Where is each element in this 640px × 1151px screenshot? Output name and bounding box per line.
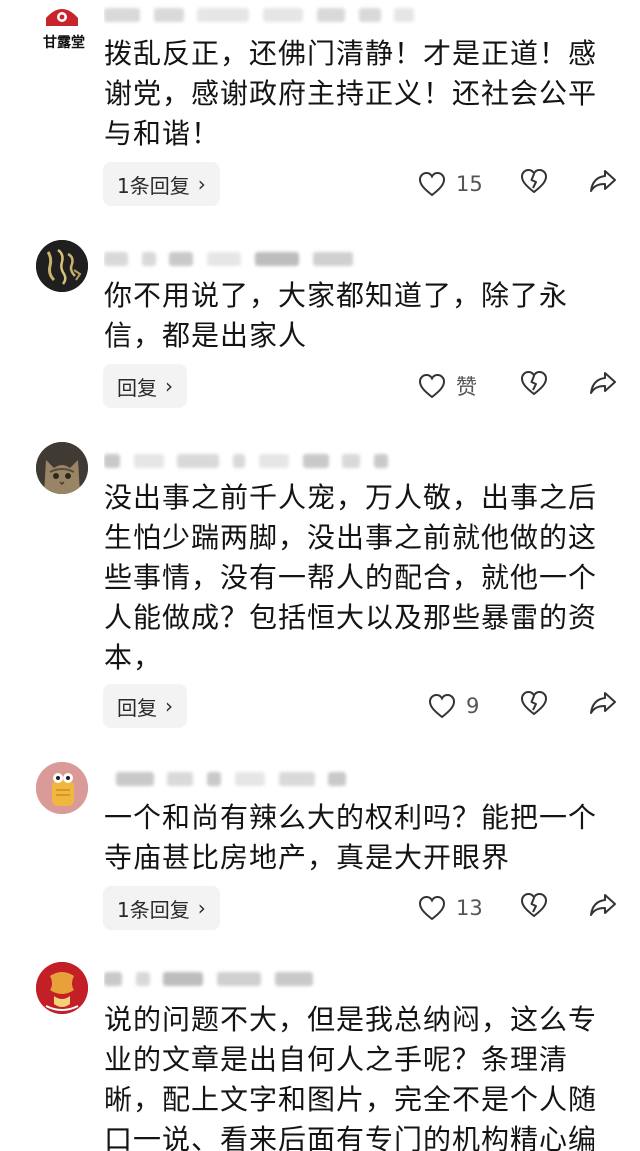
comment-text: 没出事之前千人宠，万人敬，出事之后生怕少踹两脚，没出事之前就他做的这些事情，没有…: [104, 481, 598, 674]
avatar[interactable]: [36, 762, 88, 814]
broken-heart-icon: [520, 892, 548, 918]
heart-outline-icon: [418, 171, 446, 197]
comment-actions: 15: [0, 162, 640, 206]
red-seal-avatar-icon: [36, 962, 88, 1014]
like-count: 13: [456, 896, 483, 920]
like-button[interactable]: 9: [428, 690, 479, 722]
share-arrow-icon: [590, 894, 616, 916]
comment-item: 甘露堂 拨乱反正，还佛门清静！才是正道！感谢党，感谢政府主持正义！还社会公平与和…: [0, 0, 640, 220]
dislike-button[interactable]: [520, 892, 548, 922]
avatar-caption: 甘露堂: [43, 35, 85, 51]
like-button[interactable]: 13: [418, 892, 483, 924]
cat-avatar-icon: [36, 442, 88, 494]
comment-meta: [104, 4, 464, 30]
comment-meta: [104, 968, 464, 994]
like-count: 赞: [456, 375, 477, 399]
like-count: 15: [456, 172, 483, 196]
comment-text: 说的问题不大，但是我总纳闷，这么专业的文章是出自何人之手呢？条理清晰，配上文字和…: [104, 1003, 598, 1151]
broken-heart-icon: [520, 690, 548, 716]
comment-item: 一个和尚有辣么大的权利吗？能把一个寺庙甚比房地产，真是大开眼界 1条回复 › 1…: [0, 760, 640, 950]
comment-item: 没出事之前千人宠，万人敬，出事之后生怕少踹两脚，没出事之前就他做的这些事情，没有…: [0, 440, 640, 740]
share-button[interactable]: [589, 690, 617, 720]
share-button[interactable]: [589, 168, 617, 198]
avatar[interactable]: [36, 962, 88, 1014]
dislike-button[interactable]: [520, 690, 548, 720]
comment-actions: 赞: [0, 364, 640, 408]
dislike-button[interactable]: [520, 168, 548, 198]
comment-meta: [104, 248, 464, 274]
like-button[interactable]: 赞: [418, 370, 477, 402]
comment-item: 说的问题不大，但是我总纳闷，这么专业的文章是出自何人之手呢？条理清晰，配上文字和…: [0, 962, 640, 1151]
comment-actions: 13: [0, 886, 640, 930]
calligraphy-avatar-icon: [36, 240, 88, 292]
broken-heart-icon: [520, 370, 548, 396]
share-button[interactable]: [589, 892, 617, 922]
like-button[interactable]: 15: [418, 168, 483, 200]
share-arrow-icon: [590, 170, 616, 192]
heart-outline-icon: [428, 693, 456, 719]
broken-heart-icon: [520, 168, 548, 194]
comment-item: 你不用说了，大家都知道了，除了永信，都是出家人 回复 › 赞: [0, 240, 640, 420]
share-arrow-icon: [590, 372, 616, 394]
cartoon-avatar-icon: [36, 762, 88, 814]
like-count: 9: [466, 694, 480, 718]
heart-outline-icon: [418, 373, 446, 399]
avatar[interactable]: [36, 442, 88, 494]
comment-text: 拨乱反正，还佛门清静！才是正道！感谢党，感谢政府主持正义！还社会公平与和谐！: [104, 37, 598, 150]
dislike-button[interactable]: [520, 370, 548, 400]
comment-text: 你不用说了，大家都知道了，除了永信，都是出家人: [104, 279, 569, 352]
heart-outline-icon: [418, 895, 446, 921]
comment-text: 一个和尚有辣么大的权利吗？能把一个寺庙甚比房地产，真是大开眼界: [104, 801, 598, 874]
avatar[interactable]: [36, 240, 88, 292]
comment-actions: 9: [0, 684, 640, 728]
comment-meta: [104, 450, 464, 476]
share-button[interactable]: [589, 370, 617, 400]
comment-meta: [104, 768, 464, 794]
share-arrow-icon: [590, 692, 616, 714]
